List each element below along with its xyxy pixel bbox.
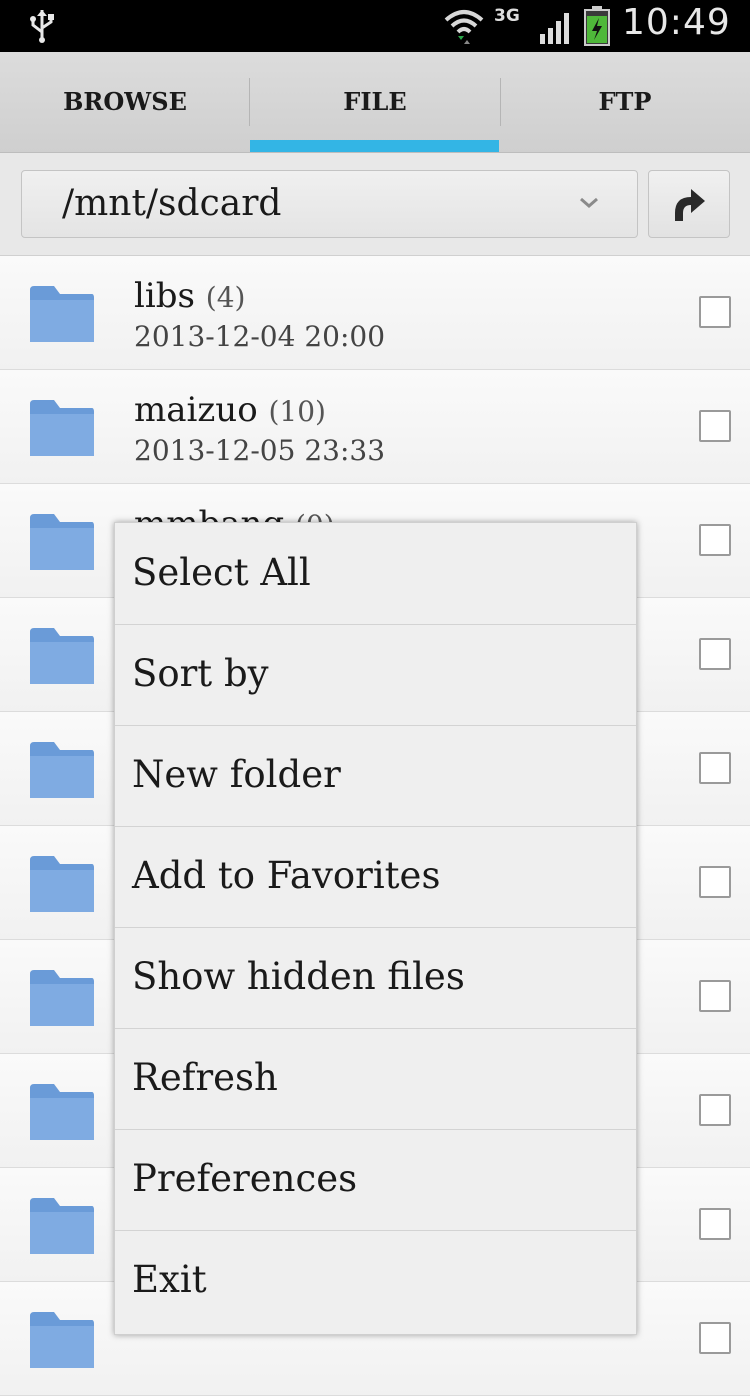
select-checkbox[interactable] <box>699 1208 731 1240</box>
file-date: 2013-12-05 23:33 <box>134 434 386 467</box>
list-item[interactable]: libs (4) 2013-12-04 20:00 <box>0 256 750 370</box>
select-checkbox[interactable] <box>699 296 731 328</box>
folder-icon <box>30 514 94 570</box>
folder-icon <box>30 286 94 342</box>
file-date: 2013-12-04 20:00 <box>134 320 386 353</box>
menu-item-label: Add to Favorites <box>132 854 441 897</box>
folder-icon <box>30 1198 94 1254</box>
path-bar: /mnt/sdcard <box>0 153 750 256</box>
menu-item-label: Exit <box>132 1258 207 1301</box>
select-checkbox[interactable] <box>699 980 731 1012</box>
tab-file[interactable]: FILE <box>250 52 500 152</box>
select-checkbox[interactable] <box>699 752 731 784</box>
menu-item-sort-by[interactable]: Sort by <box>115 624 636 726</box>
menu-item-label: Preferences <box>132 1157 358 1200</box>
status-bar: 3G 10:49 <box>0 0 750 52</box>
menu-item-select-all[interactable]: Select All <box>115 523 636 625</box>
network-type-label: 3G <box>494 6 520 26</box>
path-dropdown[interactable]: /mnt/sdcard <box>21 170 638 238</box>
select-checkbox[interactable] <box>699 866 731 898</box>
menu-item-label: Show hidden files <box>132 955 465 998</box>
menu-item-label: Select All <box>132 551 311 594</box>
folder-icon <box>30 1312 94 1368</box>
battery-charging-icon <box>584 6 610 46</box>
menu-item-label: Refresh <box>132 1056 278 1099</box>
signal-icon <box>540 13 569 44</box>
list-item[interactable]: maizuo (10) 2013-12-05 23:33 <box>0 370 750 484</box>
wifi-icon <box>444 10 484 44</box>
folder-icon <box>30 628 94 684</box>
select-checkbox[interactable] <box>699 1322 731 1354</box>
current-path: /mnt/sdcard <box>62 183 282 224</box>
folder-icon <box>30 856 94 912</box>
menu-item-label: Sort by <box>132 652 269 695</box>
file-name: libs (4) <box>134 276 246 316</box>
chevron-down-icon <box>580 197 598 208</box>
tab-selected-indicator <box>250 140 499 152</box>
tab-browse[interactable]: BROWSE <box>0 52 250 152</box>
up-directory-button[interactable] <box>648 170 730 238</box>
menu-item-refresh[interactable]: Refresh <box>115 1028 636 1130</box>
up-arrow-icon <box>675 189 705 221</box>
menu-item-preferences[interactable]: Preferences <box>115 1129 636 1231</box>
menu-item-new-folder[interactable]: New folder <box>115 725 636 827</box>
options-menu: Select All Sort by New folder Add to Fav… <box>114 522 637 1335</box>
menu-item-exit[interactable]: Exit <box>115 1230 636 1331</box>
select-checkbox[interactable] <box>699 524 731 556</box>
menu-item-show-hidden-files[interactable]: Show hidden files <box>115 927 636 1029</box>
folder-icon <box>30 400 94 456</box>
select-checkbox[interactable] <box>699 410 731 442</box>
clock: 10:49 <box>622 2 731 43</box>
tab-bar: BROWSE FILE FTP <box>0 52 750 153</box>
select-checkbox[interactable] <box>699 1094 731 1126</box>
folder-icon <box>30 1084 94 1140</box>
menu-item-add-to-favorites[interactable]: Add to Favorites <box>115 826 636 928</box>
usb-icon <box>30 10 54 43</box>
file-name: maizuo (10) <box>134 390 326 430</box>
tab-ftp[interactable]: FTP <box>500 52 750 152</box>
menu-item-label: New folder <box>132 753 341 796</box>
folder-icon <box>30 742 94 798</box>
folder-icon <box>30 970 94 1026</box>
select-checkbox[interactable] <box>699 638 731 670</box>
